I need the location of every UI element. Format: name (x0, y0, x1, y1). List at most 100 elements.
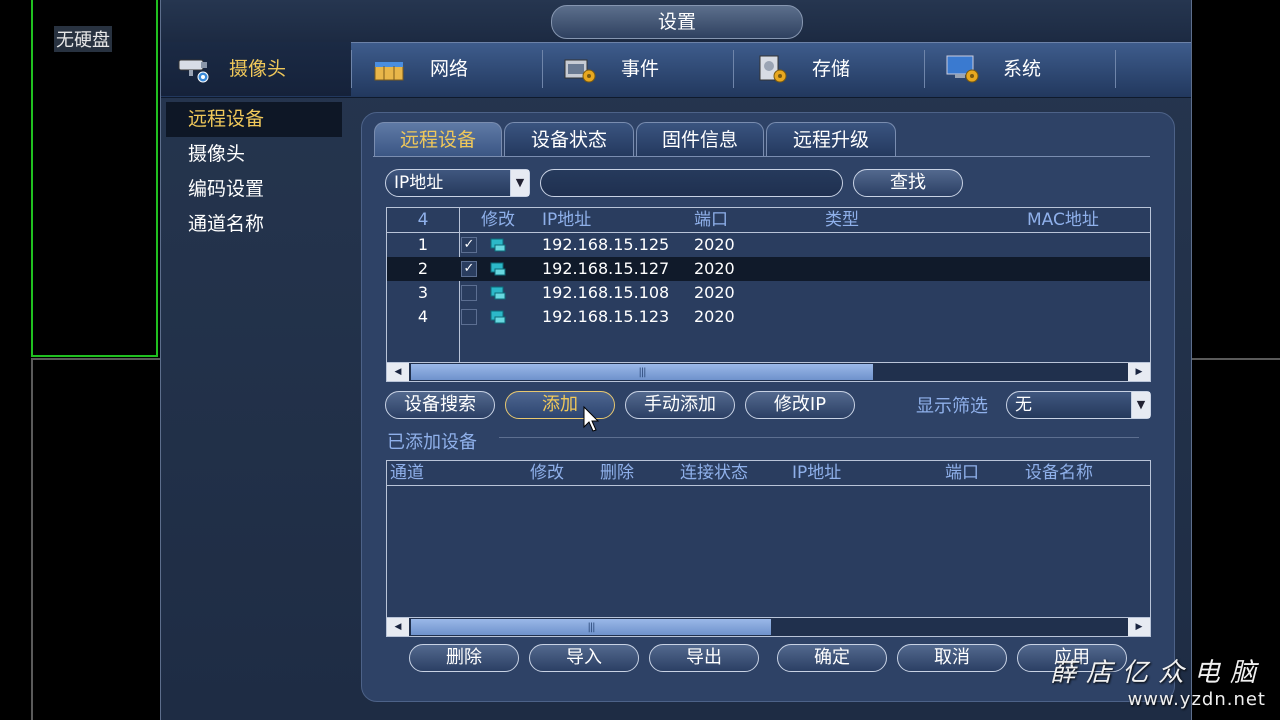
filter-value: 无 (1015, 395, 1032, 415)
added-table-scrollbar[interactable]: ◀ ||| ▶ (387, 617, 1150, 636)
tab-underline (373, 156, 1150, 157)
leftmenu-item-encode[interactable]: 编码设置 (166, 172, 342, 207)
settings-window: 设置 摄像头 网络 事件 存储 系统 远程设备 摄像头 编码设置 通道名称 远程… (160, 0, 1192, 720)
mouse-cursor-icon (583, 405, 600, 432)
row-checkbox[interactable] (461, 285, 477, 301)
col-header-port: 端口 (694, 210, 728, 230)
row-port: 2020 (694, 259, 735, 278)
channel-cell-selected[interactable] (31, 0, 158, 357)
import-button[interactable]: 导入 (529, 644, 639, 672)
edit-icon[interactable] (489, 309, 507, 325)
row-port: 2020 (694, 307, 735, 326)
cancel-button[interactable]: 取消 (897, 644, 1007, 672)
filter-select[interactable]: 无 ▼ (1006, 391, 1151, 419)
device-search-button[interactable]: 设备搜索 (385, 391, 495, 419)
nav-separator (1115, 50, 1116, 88)
added-devices-title: 已添加设备 (387, 432, 477, 453)
nav-item-network[interactable]: 网络 (352, 42, 542, 96)
col-header-type: 类型 (825, 210, 859, 230)
leftmenu-item-camera[interactable]: 摄像头 (166, 137, 342, 172)
row-checkbox[interactable]: ✓ (461, 237, 477, 253)
chevron-down-icon: ▼ (510, 170, 529, 196)
scroll-left-icon[interactable]: ◀ (387, 618, 409, 636)
leftmenu-item-remote-device[interactable]: 远程设备 (166, 102, 342, 137)
edit-icon[interactable] (489, 261, 507, 277)
system-icon (946, 55, 979, 83)
grid-divider (31, 360, 33, 720)
nav-label-storage: 存储 (812, 58, 851, 80)
manual-add-button[interactable]: 手动添加 (625, 391, 735, 419)
tab-remote-upgrade[interactable]: 远程升级 (766, 122, 896, 156)
export-button[interactable]: 导出 (649, 644, 759, 672)
scrollbar-thumb[interactable]: ||| (411, 364, 873, 380)
watermark: 薛店亿众电脑 www.yzdn.net (1050, 652, 1266, 710)
nav-item-storage[interactable]: 存储 (734, 42, 924, 96)
col-header-connection-status: 连接状态 (680, 463, 748, 483)
find-button[interactable]: 查找 (853, 169, 963, 197)
network-icon (374, 62, 404, 81)
device-count: 4 (417, 210, 429, 230)
section-divider (499, 437, 1139, 438)
leftmenu-item-channel-name[interactable]: 通道名称 (166, 207, 342, 242)
no-disk-label: 无硬盘 (54, 26, 112, 52)
watermark-text: 薛店亿众电脑 (1049, 658, 1266, 688)
tab-device-status[interactable]: 设备状态 (504, 122, 634, 156)
row-checkbox[interactable] (461, 309, 477, 325)
table-row[interactable]: 4 192.168.15.123 2020 (387, 305, 1150, 329)
ok-button[interactable]: 确定 (777, 644, 887, 672)
event-icon (564, 59, 596, 83)
col-header-port: 端口 (945, 463, 979, 483)
row-ip: 192.168.15.123 (542, 307, 670, 326)
storage-icon (759, 55, 787, 83)
col-header-delete: 删除 (600, 463, 634, 483)
row-number: 3 (417, 283, 429, 302)
row-checkbox[interactable]: ✓ (461, 261, 477, 277)
device-table-scrollbar[interactable]: ◀ ||| ▶ (387, 362, 1150, 381)
search-type-select[interactable]: IP地址 ▼ (385, 169, 530, 197)
nav-label-camera: 摄像头 (229, 58, 287, 80)
col-header-device-name: 设备名称 (1025, 463, 1093, 483)
col-header-ip: IP地址 (792, 463, 842, 483)
table-row[interactable]: 1 ✓ 192.168.15.125 2020 (387, 233, 1150, 257)
row-ip: 192.168.15.108 (542, 283, 670, 302)
modify-ip-button[interactable]: 修改IP (745, 391, 855, 419)
row-number: 1 (417, 235, 429, 254)
window-title: 设置 (551, 5, 803, 39)
scroll-right-icon[interactable]: ▶ (1128, 363, 1150, 381)
row-port: 2020 (694, 235, 735, 254)
col-header-mac: MAC地址 (1027, 210, 1099, 230)
table-row[interactable]: 3 192.168.15.108 2020 (387, 281, 1150, 305)
col-header-modify: 修改 (481, 210, 515, 230)
row-port: 2020 (694, 283, 735, 302)
search-input[interactable] (540, 169, 843, 197)
edit-icon[interactable] (489, 285, 507, 301)
tab-firmware-info[interactable]: 固件信息 (636, 122, 764, 156)
grid-divider (1192, 358, 1280, 360)
row-ip: 192.168.15.127 (542, 259, 670, 278)
watermark-url: www.yzdn.net (1127, 689, 1266, 710)
chevron-down-icon: ▼ (1131, 392, 1150, 418)
col-header-ip: IP地址 (542, 210, 592, 230)
added-devices-table: 通道 修改 删除 连接状态 IP地址 端口 设备名称 ◀ ||| ▶ (386, 460, 1151, 637)
tab-remote-device[interactable]: 远程设备 (374, 122, 502, 156)
nav-item-camera[interactable]: 摄像头 (161, 42, 351, 96)
header-divider (387, 485, 1150, 486)
scroll-left-icon[interactable]: ◀ (387, 363, 409, 381)
row-number: 4 (417, 307, 429, 326)
edit-icon[interactable] (489, 237, 507, 253)
nav-item-system[interactable]: 系统 (925, 42, 1115, 96)
delete-button[interactable]: 删除 (409, 644, 519, 672)
nav-label-event: 事件 (621, 58, 660, 80)
row-number: 2 (417, 259, 429, 278)
camera-icon (178, 59, 209, 83)
search-type-value: IP地址 (394, 173, 444, 193)
grid-divider (31, 358, 160, 360)
scrollbar-thumb[interactable]: ||| (411, 619, 771, 635)
filter-label: 显示筛选 (916, 396, 988, 417)
table-row-selected[interactable]: 2 ✓ 192.168.15.127 2020 (387, 257, 1150, 281)
device-table: 4 修改 IP地址 端口 类型 MAC地址 1 ✓ 192.168.15.125… (386, 207, 1151, 382)
nav-label-system: 系统 (1003, 58, 1042, 80)
scroll-right-icon[interactable]: ▶ (1128, 618, 1150, 636)
col-header-modify: 修改 (530, 463, 564, 483)
nav-item-event[interactable]: 事件 (543, 42, 733, 96)
